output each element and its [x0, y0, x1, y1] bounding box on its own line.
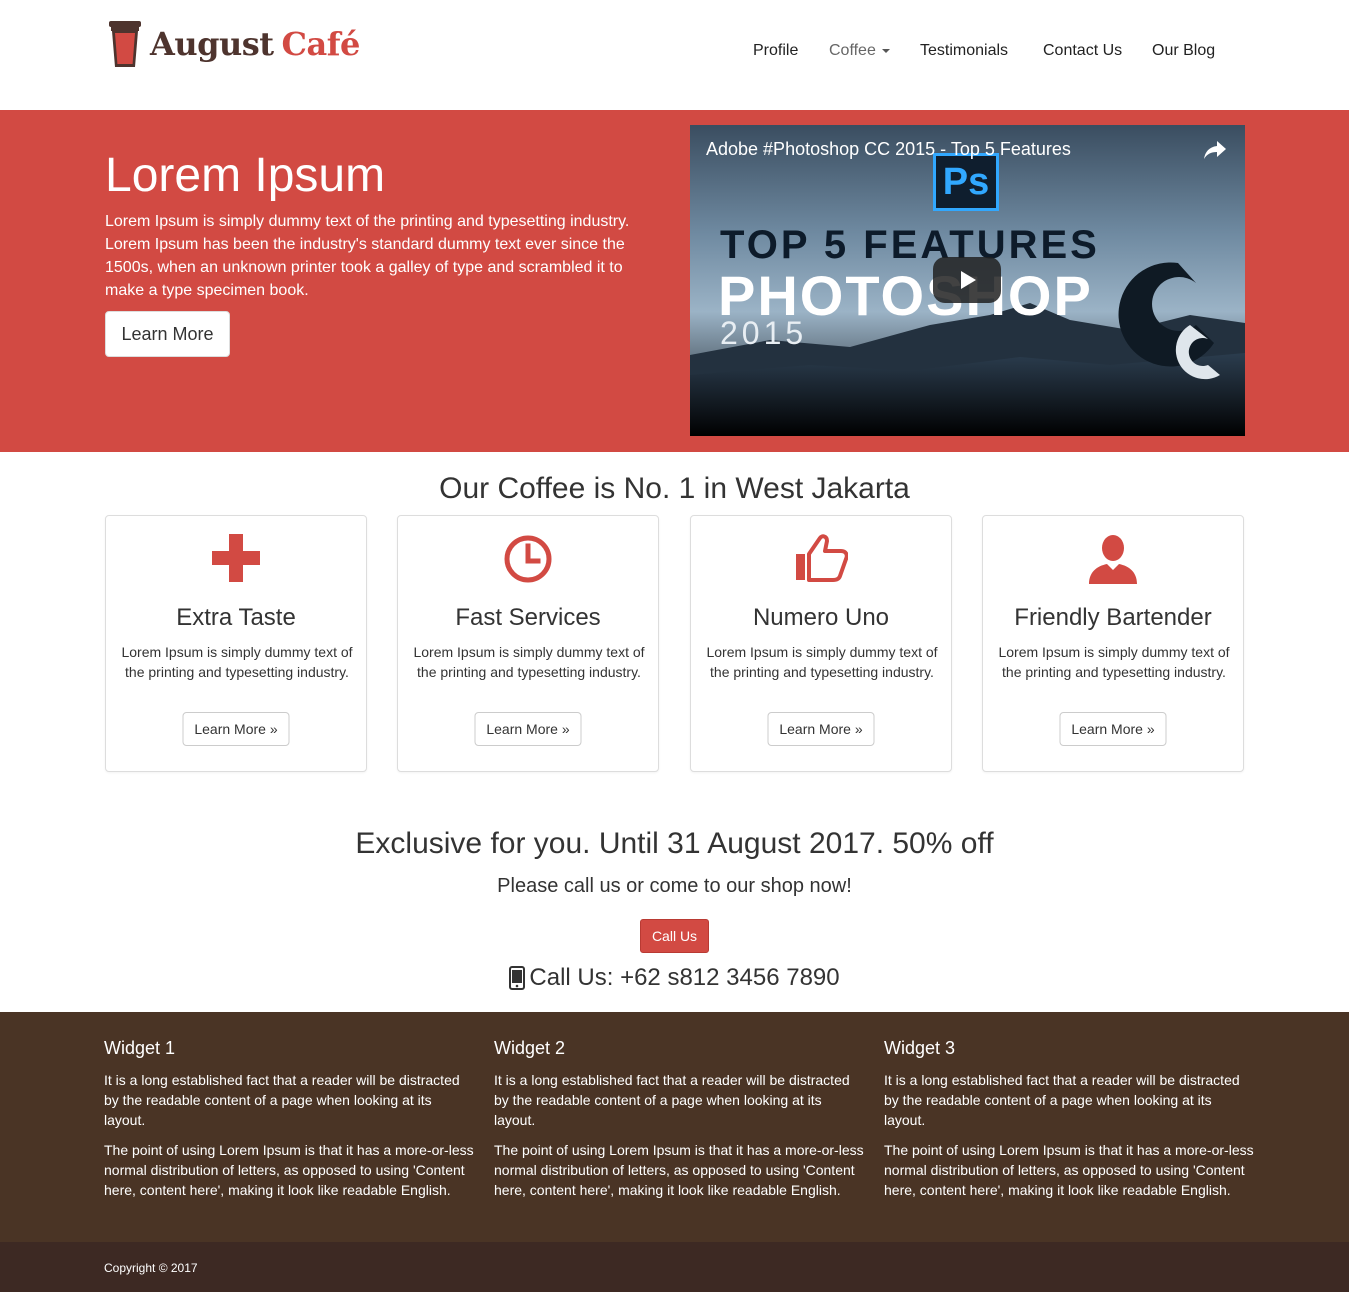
- video-thumbnail-line1: TOP 5 FEATURES: [720, 223, 1100, 267]
- feature-card-title: Friendly Bartender: [1014, 604, 1212, 631]
- video-thumbnail-line3: 2015: [720, 315, 808, 351]
- feature-card-text: Lorem Ipsum is simply dummy text of the …: [998, 644, 1230, 680]
- clock-icon: [504, 535, 552, 583]
- feature-card-title: Fast Services: [455, 604, 601, 631]
- nav-item-our-blog[interactable]: Our Blog: [1152, 38, 1215, 64]
- feature-card-title: Extra Taste: [176, 604, 296, 631]
- copyright-bar: Copyright © 2017: [0, 1242, 1349, 1292]
- phone-number: Call Us: +62 s812 3456 7890: [529, 964, 840, 991]
- navbar: August Café Profile Coffee Testimonials C…: [0, 0, 1349, 110]
- main-nav: Profile Coffee Testimonials Contact Us O…: [0, 38, 1349, 64]
- widget-title: Widget 1: [104, 1038, 176, 1058]
- feature-card-icon-wrap: [398, 534, 658, 586]
- widget-paragraph: The point of using Lorem Ipsum is that i…: [884, 1142, 1254, 1198]
- feature-card-title: Numero Uno: [752, 604, 890, 631]
- feature-card-icon-wrap: [983, 534, 1243, 586]
- call-us-button[interactable]: Call Us: [640, 919, 709, 953]
- promo-subtitle: Please call us or come to our shop now!: [497, 875, 852, 897]
- footer-widgets: Widget 1 It is a long established fact t…: [0, 1012, 1349, 1242]
- widget-paragraph: It is a long established fact that a rea…: [104, 1072, 460, 1128]
- promo-title: Exclusive for you. Until 31 August 2017.…: [355, 827, 994, 860]
- feature-card-text: Lorem Ipsum is simply dummy text of the …: [121, 644, 353, 680]
- play-button[interactable]: [933, 257, 1001, 303]
- widget-2: Widget 2 It is a long established fact t…: [494, 1036, 864, 1210]
- widget-paragraph: It is a long established fact that a rea…: [884, 1072, 1240, 1128]
- feature-card-numero-uno: Numero Uno Lorem Ipsum is simply dummy t…: [690, 515, 952, 772]
- share-icon[interactable]: [1203, 139, 1227, 161]
- learn-more-button[interactable]: Learn More »: [182, 712, 290, 746]
- thumbs-up-icon: [796, 534, 848, 582]
- hero-section: Lorem Ipsum Lorem Ipsum is simply dummy …: [0, 110, 1349, 452]
- mobile-phone-icon: [509, 966, 526, 990]
- nav-item-testimonials[interactable]: Testimonials: [920, 38, 1008, 64]
- feature-card-icon-wrap: [691, 534, 951, 586]
- widget-1: Widget 1 It is a long established fact t…: [104, 1036, 474, 1210]
- feature-card-text: Lorem Ipsum is simply dummy text of the …: [413, 644, 645, 680]
- copyright-text: Copyright © 2017: [104, 1261, 198, 1275]
- plus-icon: [212, 534, 260, 582]
- learn-more-button[interactable]: Learn More »: [474, 712, 582, 746]
- feature-card-fast-services: Fast Services Lorem Ipsum is simply dumm…: [397, 515, 659, 772]
- photoshop-badge: Ps: [933, 153, 999, 211]
- learn-more-button[interactable]: Learn More »: [1059, 712, 1167, 746]
- hero-learn-more-button[interactable]: Learn More: [105, 311, 230, 357]
- user-icon: [1089, 535, 1137, 584]
- widget-paragraph: The point of using Lorem Ipsum is that i…: [494, 1142, 864, 1198]
- caret-down-icon: [881, 48, 890, 53]
- feature-card-friendly-bartender: Friendly Bartender Lorem Ipsum is simply…: [982, 515, 1244, 772]
- widget-3: Widget 3 It is a long established fact t…: [884, 1036, 1254, 1210]
- widget-paragraph: It is a long established fact that a rea…: [494, 1072, 850, 1128]
- video-title[interactable]: Adobe #Photoshop CC 2015 - Top 5 Feature…: [706, 139, 1071, 160]
- hero-text: Lorem Ipsum is simply dummy text of the …: [105, 213, 630, 299]
- learn-more-button[interactable]: Learn More »: [767, 712, 875, 746]
- widget-title: Widget 3: [884, 1038, 956, 1058]
- widget-title: Widget 2: [494, 1038, 566, 1058]
- features-title: Our Coffee is No. 1 in West Jakarta: [439, 472, 910, 505]
- feature-card-text: Lorem Ipsum is simply dummy text of the …: [706, 644, 938, 680]
- video-player[interactable]: Ps TOP 5 FEATURES PHOTOSHOP 2015 Adobe #…: [690, 125, 1245, 436]
- nav-item-contact-us[interactable]: Contact Us: [1043, 38, 1122, 64]
- hero-title: Lorem Ipsum: [105, 149, 386, 202]
- nav-item-profile[interactable]: Profile: [753, 38, 798, 64]
- feature-card-icon-wrap: [106, 534, 366, 586]
- phone-line: Call Us: +62 s812 3456 7890: [0, 964, 1349, 992]
- feature-card-extra-taste: Extra Taste Lorem Ipsum is simply dummy …: [105, 515, 367, 772]
- play-icon: [961, 271, 976, 289]
- nav-item-coffee-label: Coffee: [829, 42, 876, 59]
- widget-paragraph: The point of using Lorem Ipsum is that i…: [104, 1142, 474, 1198]
- nav-item-coffee[interactable]: Coffee: [829, 38, 890, 64]
